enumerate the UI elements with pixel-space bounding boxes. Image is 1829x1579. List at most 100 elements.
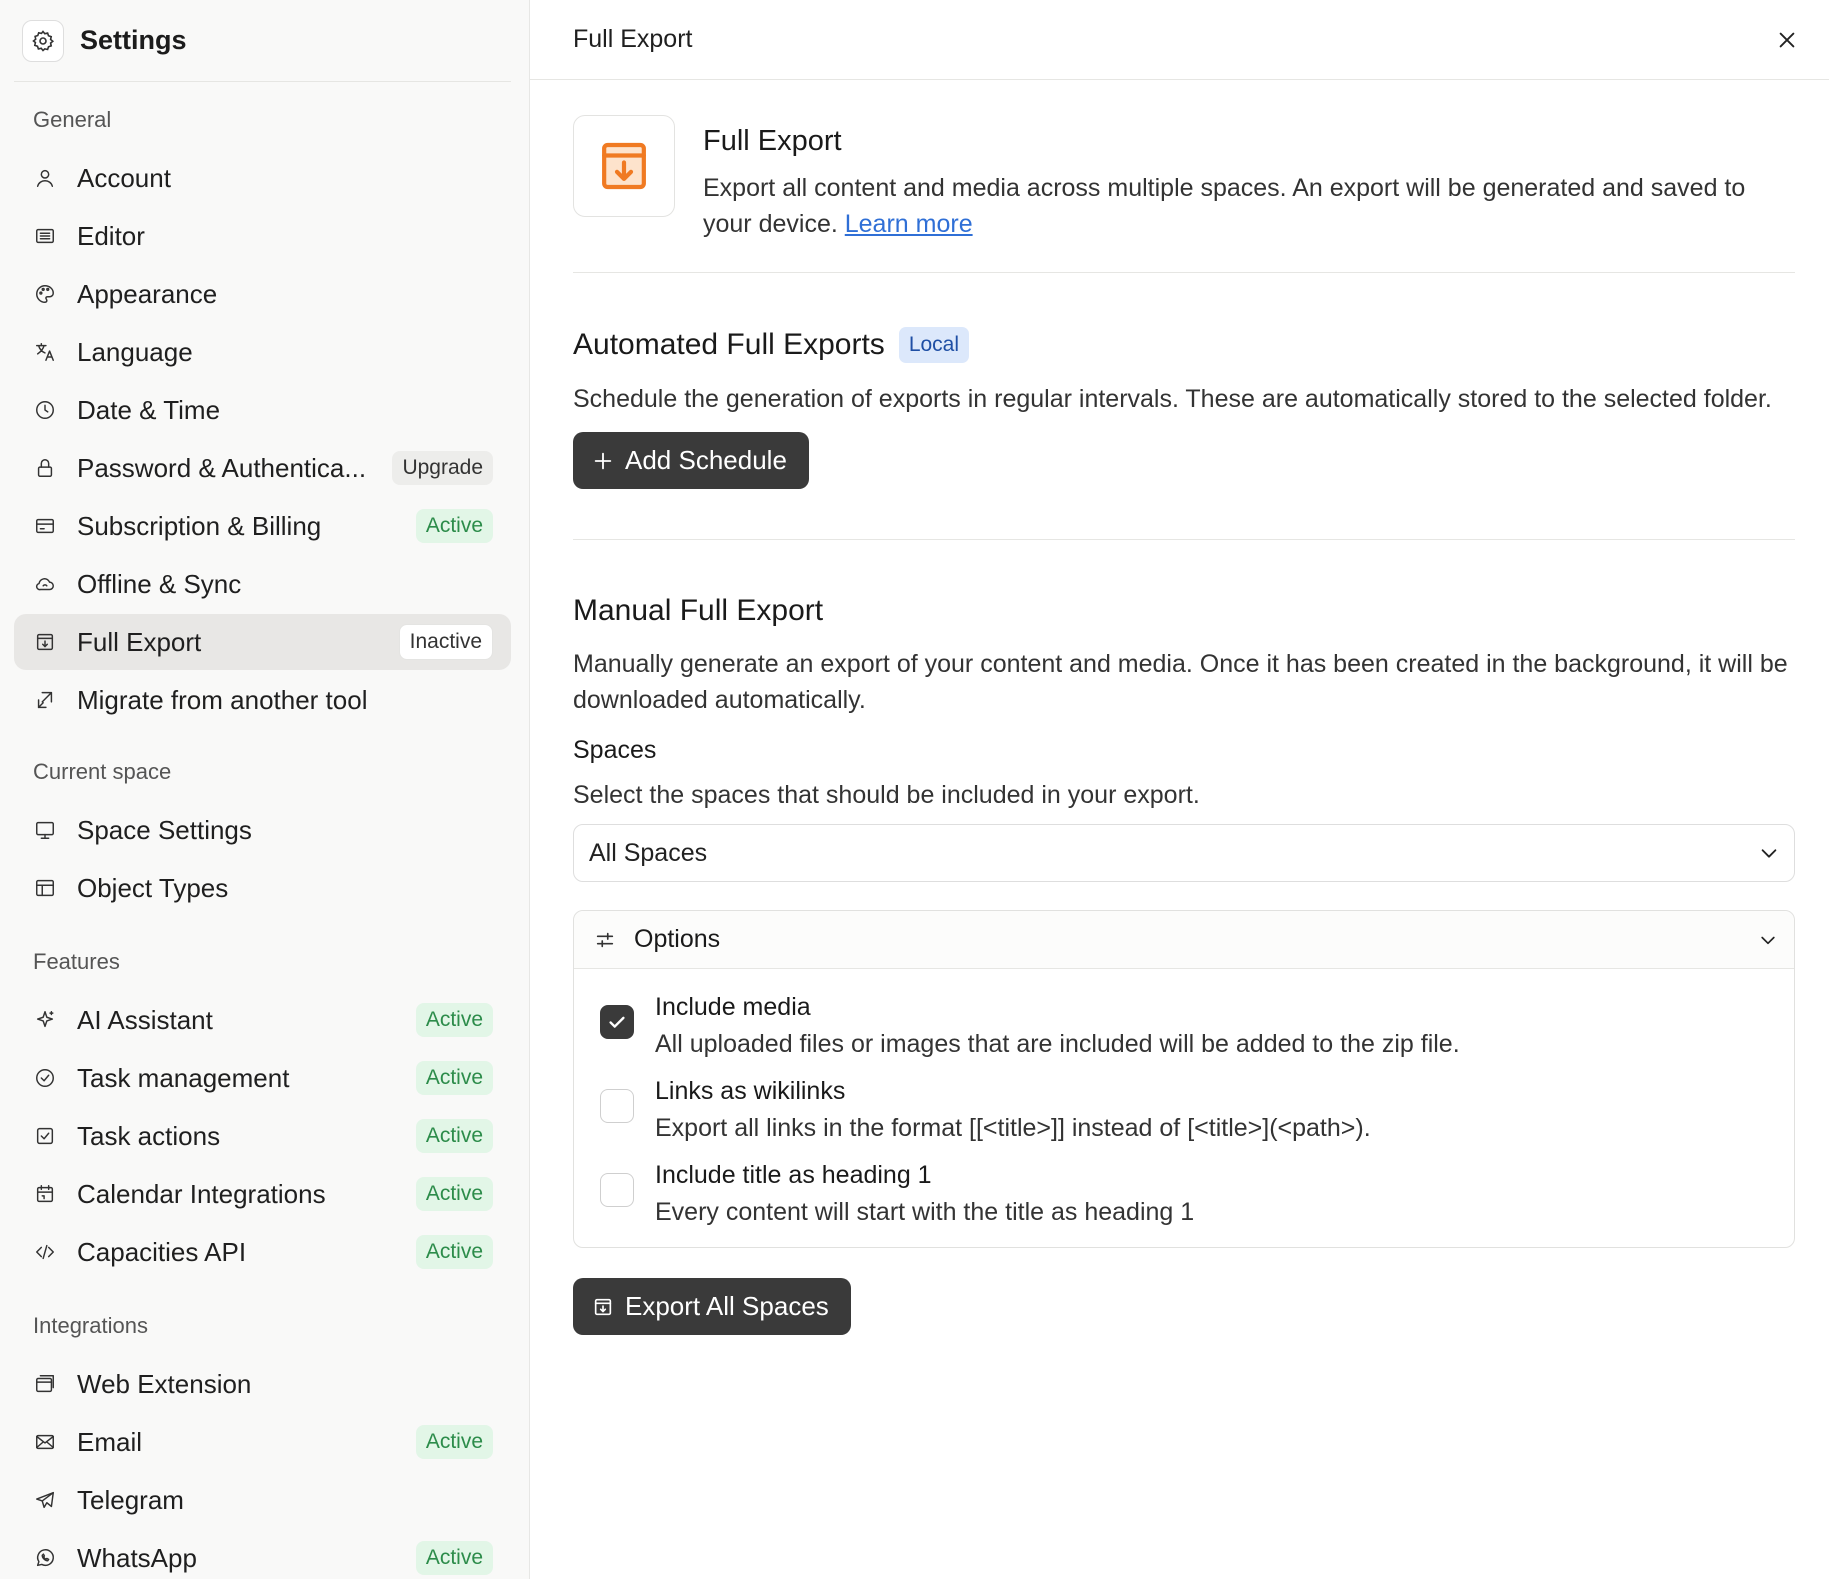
check-circle-icon	[33, 1066, 57, 1090]
sidebar-item-label: Task actions	[77, 1120, 221, 1151]
user-icon	[33, 166, 57, 190]
options-toggle[interactable]: Options	[574, 911, 1794, 969]
sidebar-item-offline-sync[interactable]: Offline & Sync	[14, 556, 511, 612]
import-icon	[33, 688, 57, 712]
palette-icon	[33, 282, 57, 306]
keyboard-icon	[33, 224, 57, 248]
learn-more-link[interactable]: Learn more	[845, 210, 973, 238]
sidebar-item-web-extension[interactable]: Web Extension	[14, 1356, 511, 1412]
wikilinks-checkbox[interactable]	[600, 1089, 634, 1123]
sidebar-item-telegram[interactable]: Telegram	[14, 1472, 511, 1528]
export-all-spaces-button[interactable]: Export All Spaces	[573, 1278, 851, 1335]
sidebar-item-label: Date & Time	[77, 394, 221, 425]
option-title: Include title as heading 1	[655, 1161, 932, 1189]
sidebar-item-label: Migrate from another tool	[77, 684, 368, 715]
sidebar-item-label: Subscription & Billing	[77, 510, 322, 541]
sidebar-item-migrate[interactable]: Migrate from another tool	[14, 672, 511, 728]
options-title: Options	[634, 925, 721, 953]
full-export-hero: Full Export Export all content and media…	[573, 80, 1795, 273]
sidebar-item-full-export[interactable]: Full Export Inactive	[14, 614, 511, 670]
include-media-checkbox[interactable]	[600, 1005, 634, 1039]
sidebar-item-date-time[interactable]: Date & Time	[14, 382, 511, 438]
sparkle-icon	[33, 1008, 57, 1032]
option-wikilinks: Links as wikilinks Export all links in t…	[600, 1077, 1768, 1143]
hero-title: Full Export	[703, 125, 842, 157]
sidebar-item-object-types[interactable]: Object Types	[14, 860, 511, 916]
sidebar-header: Settings	[14, 0, 511, 82]
chevron-down-icon	[1761, 849, 1777, 858]
clock-icon	[33, 398, 57, 422]
sidebar-item-label: Account	[77, 162, 171, 193]
close-icon	[1779, 32, 1795, 47]
sidebar-item-ai-assistant[interactable]: AI Assistant Active	[14, 992, 511, 1048]
sidebar-item-label: Language	[77, 336, 193, 367]
archive-download-icon	[573, 115, 675, 217]
sidebar-item-label: Email	[77, 1426, 143, 1457]
mail-icon	[33, 1430, 57, 1454]
sidebar-item-capacities-api[interactable]: Capacities API Active	[14, 1224, 511, 1280]
sidebar-item-label: Capacities API	[77, 1236, 247, 1267]
sidebar-item-email[interactable]: Email Active	[14, 1414, 511, 1470]
option-title: Links as wikilinks	[655, 1077, 846, 1105]
sidebar: Settings General Account Editor Appearan…	[0, 0, 530, 1579]
section-label-general: General	[33, 107, 112, 132]
sidebar-item-label: Web Extension	[77, 1368, 252, 1399]
settings-window: Settings General Account Editor Appearan…	[0, 0, 1829, 1579]
sidebar-item-label: Task management	[77, 1062, 290, 1093]
automated-exports-description: Schedule the generation of exports in re…	[573, 385, 1772, 413]
sidebar-item-password[interactable]: Password & Authentica... Upgrade	[14, 440, 511, 496]
sidebar-item-editor[interactable]: Editor	[14, 208, 511, 264]
main-panel: Full Export Full Export Export all conte…	[530, 0, 1829, 1579]
manual-export-description: Manually generate an export of your cont…	[573, 650, 1788, 714]
sidebar-item-subscription[interactable]: Subscription & Billing Active	[14, 498, 511, 554]
checkmark-icon	[609, 1016, 625, 1028]
sidebar-item-label: WhatsApp	[77, 1542, 197, 1573]
sidebar-item-task-management[interactable]: Task management Active	[14, 1050, 511, 1106]
section-label-features: Features	[33, 949, 120, 974]
option-description: Every content will start with the title …	[655, 1198, 1195, 1226]
main-header: Full Export	[530, 0, 1829, 80]
cloud-icon	[33, 572, 57, 596]
spaces-select-value: All Spaces	[589, 838, 708, 867]
archive-icon	[33, 630, 57, 654]
title-heading-checkbox[interactable]	[600, 1173, 634, 1207]
automated-exports-section: Automated Full Exports Local Schedule th…	[573, 273, 1795, 540]
sidebar-item-label: Space Settings	[77, 814, 252, 845]
sidebar-item-whatsapp[interactable]: WhatsApp Active	[14, 1530, 511, 1579]
status-badge: Active	[415, 1425, 493, 1459]
sliders-icon	[596, 932, 614, 947]
sidebar-item-label: Full Export	[77, 626, 202, 657]
sidebar-item-label: Appearance	[77, 278, 218, 309]
option-title-heading: Include title as heading 1 Every content…	[600, 1161, 1768, 1227]
upgrade-badge: Upgrade	[392, 451, 493, 485]
hero-description: Export all content and media across mult…	[703, 170, 1795, 242]
status-badge: Active	[415, 1235, 493, 1269]
sidebar-item-task-actions[interactable]: Task actions Active	[14, 1108, 511, 1164]
lock-icon	[33, 456, 57, 480]
manual-export-title: Manual Full Export	[573, 594, 824, 627]
option-include-media: Include media All uploaded files or imag…	[600, 993, 1768, 1059]
option-title: Include media	[655, 993, 811, 1021]
monitor-icon	[33, 818, 57, 842]
spaces-label: Spaces	[573, 736, 657, 764]
export-all-spaces-label: Export All Spaces	[625, 1291, 829, 1321]
sidebar-item-appearance[interactable]: Appearance	[14, 266, 511, 322]
manual-export-section: Manual Full Export Manually generate an …	[573, 540, 1795, 1385]
send-icon	[33, 1488, 57, 1512]
main-content: Full Export Export all content and media…	[530, 80, 1829, 1385]
code-icon	[33, 1240, 57, 1264]
spaces-help: Select the spaces that should be include…	[573, 781, 1200, 809]
local-tag: Local	[898, 327, 970, 363]
sidebar-item-space-settings[interactable]: Space Settings	[14, 802, 511, 858]
whatsapp-icon	[33, 1546, 57, 1570]
close-button[interactable]	[1771, 24, 1803, 56]
spaces-select[interactable]: All Spaces	[573, 824, 1795, 882]
sidebar-item-account[interactable]: Account	[14, 150, 511, 206]
status-badge: Active	[415, 1119, 493, 1153]
option-description: Export all links in the format [[<title>…	[655, 1114, 1371, 1142]
status-badge: Active	[415, 1177, 493, 1211]
calendar-icon	[33, 1182, 57, 1206]
sidebar-item-language[interactable]: Language	[14, 324, 511, 380]
add-schedule-button[interactable]: Add Schedule	[573, 432, 809, 489]
sidebar-item-calendar[interactable]: Calendar Integrations Active	[14, 1166, 511, 1222]
